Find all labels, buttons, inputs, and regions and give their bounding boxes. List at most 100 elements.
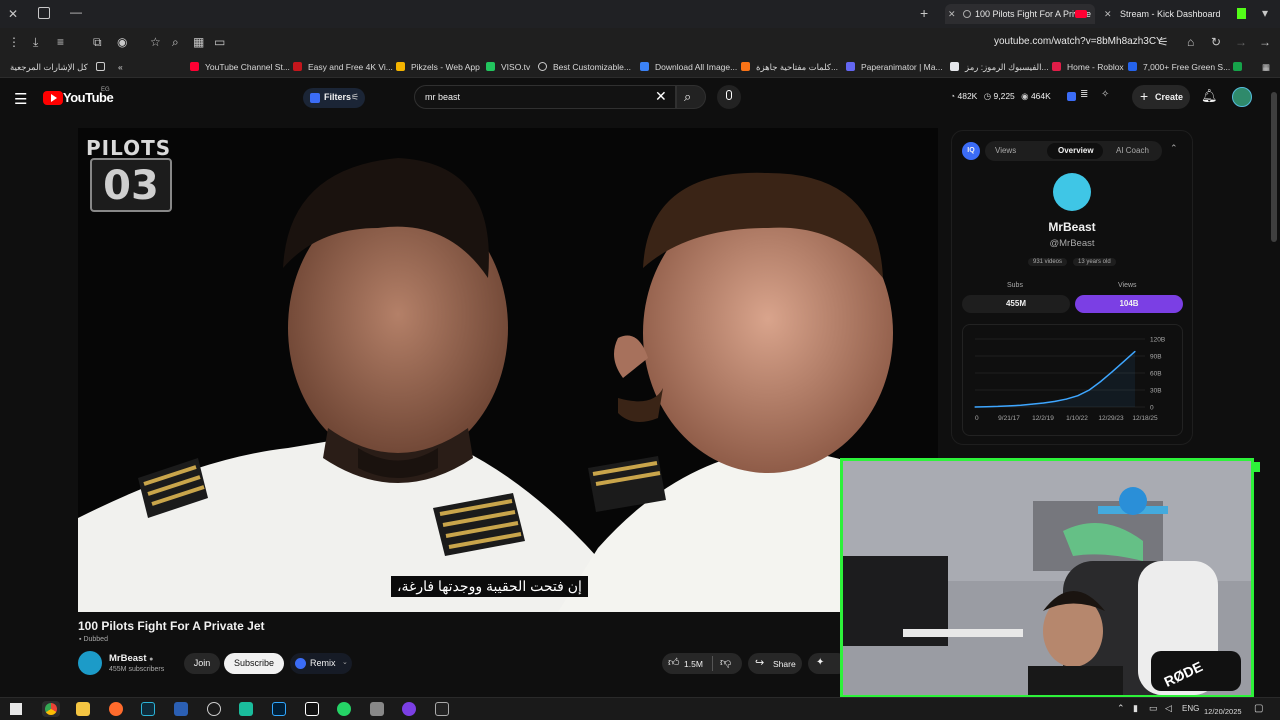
- speaker-icon: [963, 10, 971, 18]
- like-icon[interactable]: 👍︎: [668, 656, 680, 669]
- tab-close-icon[interactable]: ✕: [948, 4, 956, 24]
- taskbar-date[interactable]: 12/20/2025: [1204, 707, 1242, 716]
- app-icon[interactable]: [370, 702, 384, 716]
- chevron-left-icon[interactable]: «: [118, 60, 123, 74]
- filters-button[interactable]: Filters ⚟: [303, 88, 365, 108]
- browser-toolbar: ⋮ ⤓ ≡ ⧉ ◉ ☆ ⌕ ▦ ▭ youtube.com/watch?v=8b…: [0, 28, 1280, 56]
- bookmark-extra[interactable]: [1233, 60, 1248, 74]
- photoshop-icon[interactable]: [272, 702, 286, 716]
- search-button[interactable]: ⌕: [676, 85, 706, 109]
- hamburger-menu-icon[interactable]: ☰: [14, 90, 27, 108]
- more-tabs-icon[interactable]: ▾: [1262, 6, 1268, 20]
- webcam-handle-icon[interactable]: [1252, 462, 1260, 472]
- bookmark-viso[interactable]: VISO.tv: [486, 60, 530, 74]
- minimize-icon[interactable]: —: [70, 5, 82, 19]
- zoom-icon[interactable]: ⌕: [172, 35, 179, 49]
- kick-logo-icon[interactable]: [1237, 8, 1246, 19]
- cast-icon[interactable]: ▭: [214, 35, 225, 49]
- bookmark-star-icon[interactable]: ☆: [150, 35, 161, 49]
- back-icon[interactable]: →: [1259, 35, 1271, 49]
- bookmark-keywords[interactable]: كلمات مفتاحية جاهزة...: [741, 60, 838, 74]
- tab-views[interactable]: Views: [995, 146, 1016, 155]
- tray-volume-icon[interactable]: ◁: [1165, 703, 1172, 714]
- apps-grid-icon[interactable]: ▦: [1262, 60, 1270, 74]
- remix-button[interactable]: Remix ⌄: [290, 653, 352, 674]
- app-icon[interactable]: [402, 702, 416, 716]
- youtube-play-icon: [43, 91, 63, 105]
- tab-close-icon[interactable]: ✕: [1104, 4, 1112, 24]
- create-button[interactable]: + Create: [1132, 85, 1190, 109]
- search-input[interactable]: mr beast ✕: [414, 85, 676, 109]
- views-pill[interactable]: 104B: [1075, 295, 1183, 313]
- bookmark-pikzels[interactable]: Pikzels - Web App: [396, 60, 480, 74]
- obs-icon[interactable]: [207, 702, 221, 716]
- boost-icon[interactable]: ✧: [1101, 89, 1109, 100]
- chart-x-tick-label: 0: [975, 415, 979, 422]
- channel-name[interactable]: MrBeast ●: [109, 653, 153, 664]
- bookmark-roblox[interactable]: Home - Roblox: [1052, 60, 1124, 74]
- bookmark-customizable[interactable]: Best Customizable...: [538, 60, 631, 74]
- tab-overview[interactable]: Overview: [1058, 146, 1094, 155]
- forward-icon[interactable]: →: [1235, 35, 1247, 49]
- tab-current-video[interactable]: ✕ 100 Pilots Fight For A Private: [945, 4, 1095, 24]
- share-button[interactable]: ↪ Share: [748, 653, 802, 674]
- whatsapp-icon[interactable]: [337, 702, 351, 716]
- stat-hours: 9,225: [993, 91, 1015, 101]
- bookmark-all-bookmarks[interactable]: كل الإشارات المرجعية: [10, 60, 111, 74]
- chart-point: [985, 406, 988, 408]
- chart-y-tick-label: 90B: [1150, 354, 1162, 361]
- bookmark-green-screen[interactable]: 7,000+ Free Green S...: [1128, 60, 1230, 74]
- firefox-icon[interactable]: [109, 702, 123, 716]
- clock-icon: ◷: [983, 91, 994, 101]
- notifications-bell-icon[interactable]: 🔔︎: [1201, 88, 1218, 104]
- screenshot-icon[interactable]: ⧉: [93, 35, 102, 49]
- list-icon[interactable]: ≣: [1080, 89, 1088, 100]
- bookmark-youtube-channel[interactable]: YouTube Channel St...: [190, 60, 290, 74]
- collapse-icon[interactable]: ⌃: [1170, 143, 1178, 154]
- language-indicator[interactable]: ENG: [1182, 704, 1199, 713]
- video-subtitle: إن فتحت الحقيبة ووجدتها فارغة،: [391, 576, 588, 597]
- notification-center-icon[interactable]: ▢: [1254, 703, 1263, 714]
- file-explorer-icon[interactable]: [76, 702, 90, 716]
- windows-start-icon[interactable]: [10, 703, 22, 715]
- bookmark-label: كلمات مفتاحية جاهزة...: [756, 62, 839, 72]
- translate-icon[interactable]: ▦: [193, 35, 204, 49]
- bookmark-4k-video[interactable]: Easy and Free 4K Vi...: [293, 60, 393, 74]
- home-icon[interactable]: ⌂: [1187, 35, 1194, 49]
- new-tab-icon[interactable]: +: [920, 6, 928, 20]
- tray-network-icon[interactable]: ▭: [1149, 703, 1158, 714]
- dislike-icon[interactable]: 👎︎: [720, 656, 731, 669]
- bookmark-paperanimator[interactable]: Paperanimator | Ma...: [846, 60, 943, 74]
- tab-kick-dashboard[interactable]: ✕ Stream - Kick Dashboard: [1100, 4, 1230, 24]
- clear-search-icon[interactable]: ✕: [655, 88, 667, 105]
- vidiq-icon[interactable]: [1067, 92, 1076, 101]
- menu-dots-icon[interactable]: ⋮: [8, 35, 20, 49]
- subs-pill[interactable]: 455M: [962, 295, 1070, 313]
- video-player[interactable]: PILOTS 03 إن فتحت الحقيبة ووجدتها فارغة،: [78, 128, 938, 612]
- join-button[interactable]: Join: [184, 653, 220, 674]
- tray-mic-icon[interactable]: ▮: [1133, 703, 1138, 714]
- channel-avatar[interactable]: [78, 651, 102, 675]
- tab-search-icon[interactable]: [38, 7, 50, 19]
- app-icon[interactable]: [239, 702, 253, 716]
- subscribe-button[interactable]: Subscribe: [224, 653, 284, 674]
- chrome-taskbar-icon[interactable]: [42, 701, 60, 717]
- close-window-icon[interactable]: ✕: [8, 7, 18, 21]
- tab-ai-coach[interactable]: AI Coach: [1116, 146, 1149, 155]
- reload-icon[interactable]: ↻: [1211, 35, 1221, 49]
- voice-search-button[interactable]: [717, 85, 741, 109]
- avatar[interactable]: [1232, 87, 1252, 107]
- app-icon[interactable]: [435, 702, 449, 716]
- download-icon[interactable]: ⤓: [33, 35, 38, 49]
- bookmark-download-images[interactable]: Download All Image...: [640, 60, 737, 74]
- extension-icon[interactable]: ◉: [117, 35, 127, 49]
- page-scrollbar[interactable]: [1271, 92, 1277, 242]
- app-icon[interactable]: [174, 702, 188, 716]
- reading-list-icon[interactable]: ≡: [57, 35, 64, 49]
- vegas-icon[interactable]: [141, 702, 155, 716]
- tiktok-icon[interactable]: [305, 702, 319, 716]
- address-bar-url[interactable]: youtube.com/watch?v=8bMh8azh3CY: [994, 36, 1163, 47]
- site-settings-icon[interactable]: ⚟: [1158, 35, 1169, 49]
- tray-chevron-icon[interactable]: ⌃: [1117, 703, 1125, 714]
- bookmark-facebook-symbols[interactable]: الفيسبوك الرموز: رمز...: [950, 60, 1049, 74]
